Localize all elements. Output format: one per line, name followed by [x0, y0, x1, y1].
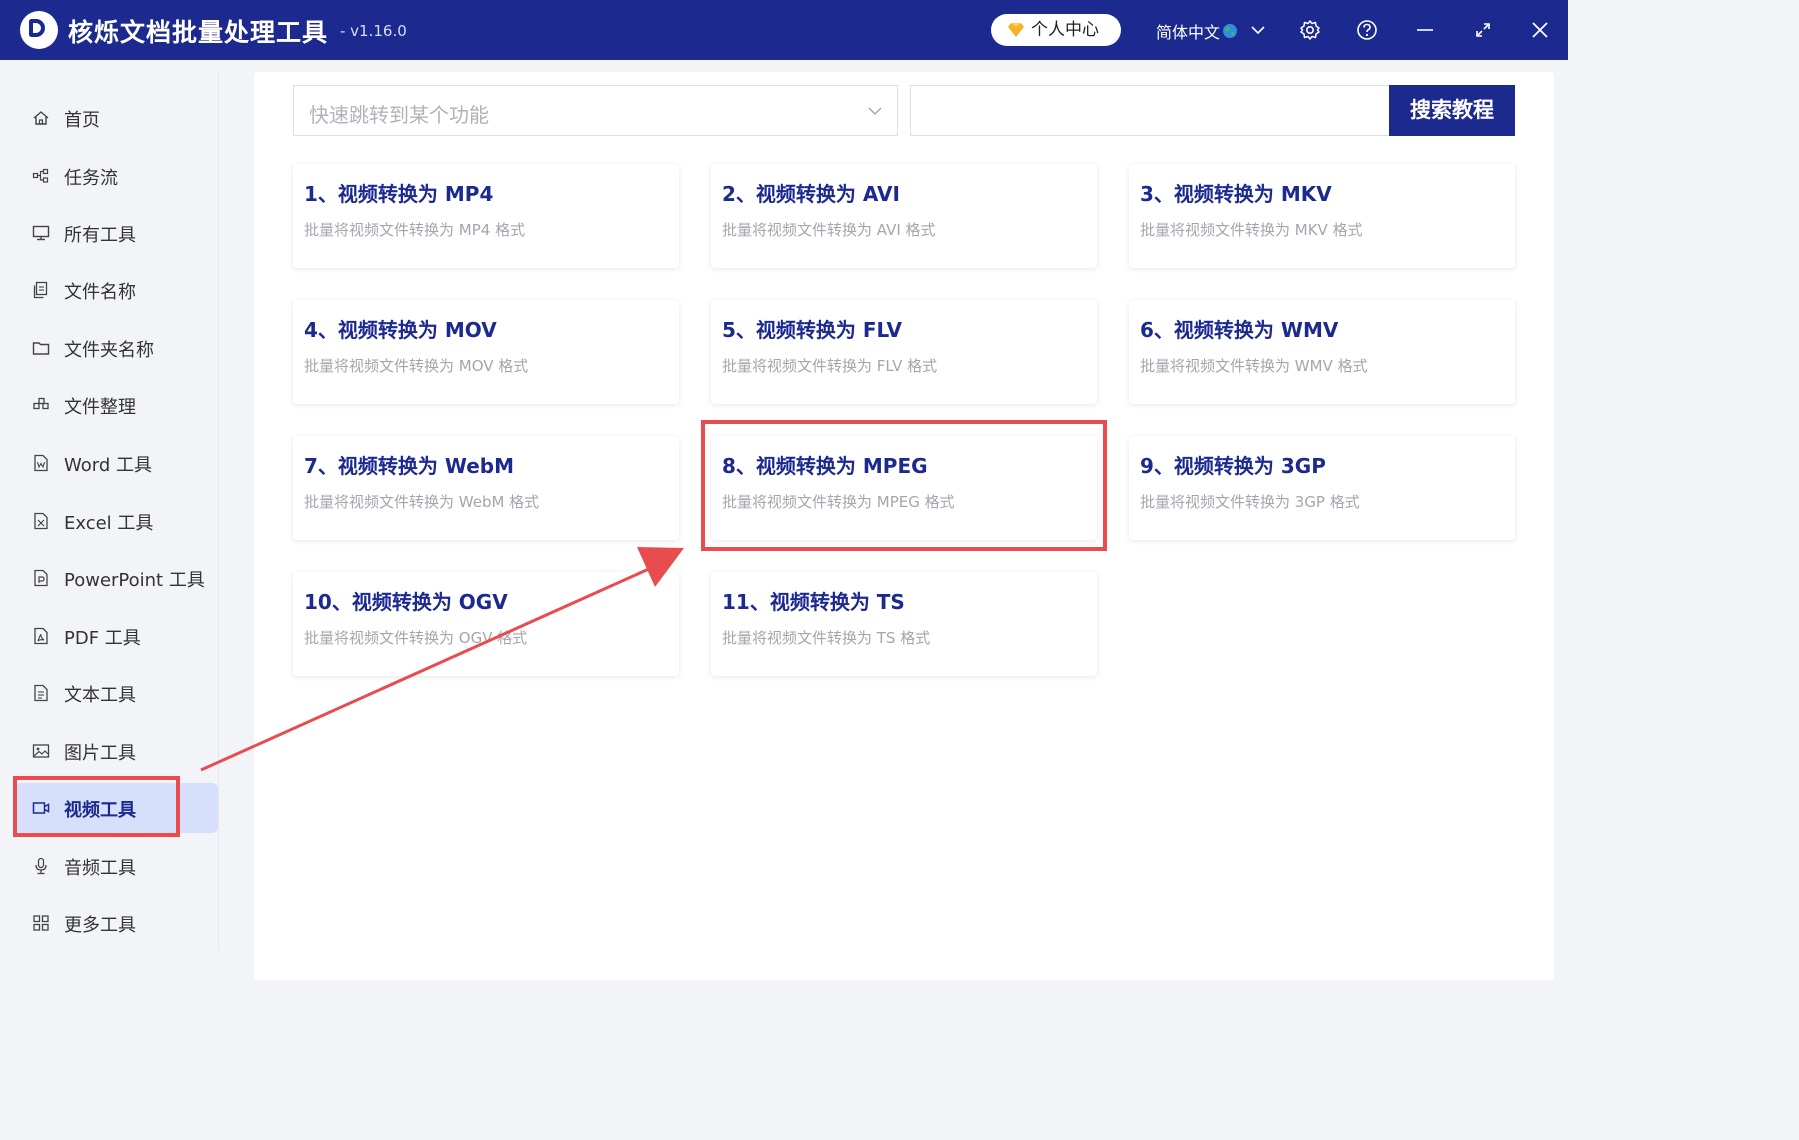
sidebar-item-11[interactable]: 图片工具 — [14, 726, 218, 776]
image-icon — [32, 744, 50, 758]
tool-card-1[interactable]: 1、视频转换为 MP4 批量将视频文件转换为 MP4 格式 — [293, 164, 679, 268]
quick-jump-select[interactable]: 快速跳转到某个功能 — [293, 85, 898, 136]
chevron-down-icon — [868, 107, 882, 115]
sidebar-item-label: Word 工具 — [64, 455, 152, 476]
sidebar-item-2[interactable]: 所有工具 — [14, 208, 218, 258]
tool-card-description: 批量将视频文件转换为 3GP 格式 — [1140, 493, 1360, 511]
sidebar-item-label: 文件名称 — [64, 282, 136, 303]
app-logo-icon — [20, 11, 58, 49]
sidebar-item-label: 文件整理 — [64, 397, 136, 418]
personal-center-label: 个人中心 — [1031, 20, 1099, 40]
quick-jump-placeholder: 快速跳转到某个功能 — [309, 103, 489, 127]
text-file-icon — [34, 684, 48, 702]
organize-icon — [33, 397, 49, 410]
search-tutorial-button[interactable]: 搜索教程 — [1389, 85, 1515, 136]
tool-card-7[interactable]: 7、视频转换为 WebM 批量将视频文件转换为 WebM 格式 — [293, 436, 679, 540]
tool-card-description: 批量将视频文件转换为 FLV 格式 — [722, 357, 938, 375]
tool-card-description: 批量将视频文件转换为 OGV 格式 — [304, 629, 528, 647]
word-icon — [34, 454, 48, 472]
sidebar-item-label: 音频工具 — [64, 858, 136, 879]
highlight-box-mpeg-card — [701, 420, 1107, 551]
sidebar-item-6[interactable]: Word 工具 — [14, 438, 218, 488]
pdf-icon — [34, 627, 48, 645]
tool-card-title: 9、视频转换为 3GP — [1140, 454, 1326, 478]
sidebar-item-label: 图片工具 — [64, 743, 136, 764]
tool-card-10[interactable]: 10、视频转换为 OGV 批量将视频文件转换为 OGV 格式 — [293, 572, 679, 676]
tool-card-description: 批量将视频文件转换为 MOV 格式 — [304, 357, 529, 375]
tool-card-title: 11、视频转换为 TS — [722, 590, 905, 614]
tool-card-2[interactable]: 2、视频转换为 AVI 批量将视频文件转换为 AVI 格式 — [711, 164, 1097, 268]
sidebar-item-label: 文件夹名称 — [64, 340, 154, 361]
sidebar-item-label: 任务流 — [64, 168, 118, 189]
tool-card-description: 批量将视频文件转换为 WebM 格式 — [304, 493, 540, 511]
sidebar-item-label: 文本工具 — [64, 685, 136, 706]
powerpoint-icon — [34, 569, 48, 587]
tool-card-title: 3、视频转换为 MKV — [1140, 182, 1332, 206]
sidebar-item-3[interactable]: 文件名称 — [14, 265, 218, 315]
microphone-icon — [35, 857, 47, 875]
grid-icon — [33, 915, 49, 931]
minimize-icon[interactable] — [1414, 19, 1436, 41]
sidebar-item-label: Excel 工具 — [64, 513, 154, 534]
tool-card-5[interactable]: 5、视频转换为 FLV 批量将视频文件转换为 FLV 格式 — [711, 300, 1097, 404]
maximize-icon[interactable] — [1472, 19, 1494, 41]
file-copy-icon — [33, 281, 48, 299]
workflow-icon — [32, 168, 49, 183]
settings-gear-icon[interactable] — [1299, 19, 1321, 41]
app-title: 核烁文档批量处理工具 — [68, 18, 329, 47]
sidebar-item-5[interactable]: 文件整理 — [14, 380, 218, 430]
folder-icon — [32, 342, 50, 355]
diamond-icon — [1008, 23, 1024, 37]
tool-card-description: 批量将视频文件转换为 TS 格式 — [722, 629, 931, 647]
tool-card-description: 批量将视频文件转换为 AVI 格式 — [722, 221, 936, 239]
tutorial-search-input[interactable] — [910, 85, 1392, 136]
tool-card-title: 6、视频转换为 WMV — [1140, 318, 1339, 342]
language-dropdown-chevron-icon[interactable] — [1250, 22, 1266, 38]
sidebar-item-10[interactable]: 文本工具 — [14, 668, 218, 718]
close-icon[interactable] — [1529, 19, 1551, 41]
sidebar-item-1[interactable]: 任务流 — [14, 151, 218, 201]
sidebar-item-label: 更多工具 — [64, 915, 136, 936]
tool-card-11[interactable]: 11、视频转换为 TS 批量将视频文件转换为 TS 格式 — [711, 572, 1097, 676]
sidebar-item-9[interactable]: PDF 工具 — [14, 611, 218, 661]
app-version: - v1.16.0 — [340, 22, 407, 40]
globe-icon — [1223, 24, 1237, 38]
sidebar-item-14[interactable]: 更多工具 — [14, 898, 218, 948]
sidebar-item-0[interactable]: 首页 — [14, 93, 218, 143]
tool-card-6[interactable]: 6、视频转换为 WMV 批量将视频文件转换为 WMV 格式 — [1129, 300, 1515, 404]
personal-center-button[interactable]: 个人中心 — [991, 14, 1121, 46]
tool-card-title: 5、视频转换为 FLV — [722, 318, 903, 342]
tool-card-title: 1、视频转换为 MP4 — [304, 182, 494, 206]
title-bar: 核烁文档批量处理工具 - v1.16.0 个人中心 简体中文 — [0, 0, 1568, 60]
help-icon[interactable] — [1356, 19, 1378, 41]
sidebar-item-label: 首页 — [64, 110, 100, 131]
highlight-box-video-tools — [13, 776, 180, 837]
tool-card-description: 批量将视频文件转换为 MKV 格式 — [1140, 221, 1363, 239]
home-icon — [33, 111, 49, 125]
tool-card-title: 10、视频转换为 OGV — [304, 590, 508, 614]
tool-card-title: 7、视频转换为 WebM — [304, 454, 515, 478]
sidebar-item-8[interactable]: PowerPoint 工具 — [14, 553, 218, 603]
language-label[interactable]: 简体中文 — [1156, 19, 1220, 43]
sidebar-item-label: 所有工具 — [64, 225, 136, 246]
tool-card-description: 批量将视频文件转换为 WMV 格式 — [1140, 357, 1368, 375]
sidebar-divider — [218, 70, 219, 950]
sidebar-item-4[interactable]: 文件夹名称 — [14, 323, 218, 373]
tool-card-title: 2、视频转换为 AVI — [722, 182, 900, 206]
monitor-icon — [32, 225, 50, 241]
tool-card-3[interactable]: 3、视频转换为 MKV 批量将视频文件转换为 MKV 格式 — [1129, 164, 1515, 268]
sidebar-item-13[interactable]: 音频工具 — [14, 841, 218, 891]
tool-card-9[interactable]: 9、视频转换为 3GP 批量将视频文件转换为 3GP 格式 — [1129, 436, 1515, 540]
sidebar-item-label: PDF 工具 — [64, 628, 141, 649]
sidebar-item-7[interactable]: Excel 工具 — [14, 496, 218, 546]
tool-card-title: 4、视频转换为 MOV — [304, 318, 497, 342]
sidebar-item-label: PowerPoint 工具 — [64, 570, 205, 591]
excel-icon — [34, 512, 48, 530]
tool-card-description: 批量将视频文件转换为 MP4 格式 — [304, 221, 526, 239]
tool-card-4[interactable]: 4、视频转换为 MOV 批量将视频文件转换为 MOV 格式 — [293, 300, 679, 404]
